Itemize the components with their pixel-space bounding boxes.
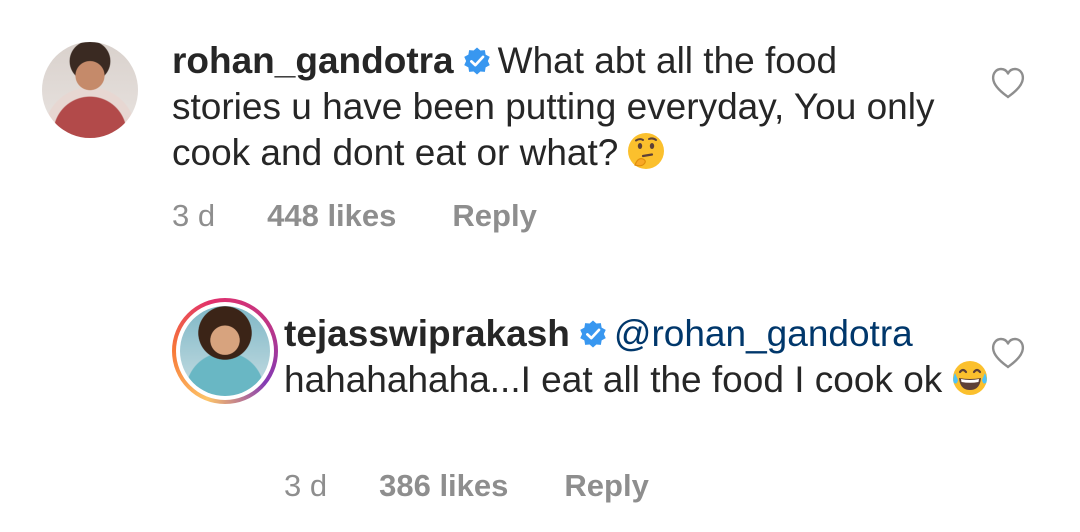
- likes-count[interactable]: 386 likes: [379, 468, 508, 504]
- comment-meta: 3 d 448 likes Reply: [172, 198, 537, 234]
- mention-link[interactable]: @rohan_gandotra: [614, 313, 913, 354]
- comment-body: tejasswiprakash @rohan_gandotra hahahaha…: [284, 311, 1004, 403]
- reply-button[interactable]: Reply: [452, 198, 536, 234]
- reply-button[interactable]: Reply: [564, 468, 648, 504]
- comment-item: rohan_gandotra What abt all the food sto…: [0, 0, 1080, 260]
- comment-text-line1: What abt all the food: [497, 40, 838, 81]
- tears-of-joy-icon: [953, 361, 988, 395]
- avatar[interactable]: [180, 306, 270, 396]
- comment-username[interactable]: tejasswiprakash: [284, 313, 570, 354]
- likes-count[interactable]: 448 likes: [267, 198, 396, 234]
- heart-icon[interactable]: [990, 336, 1026, 370]
- comment-text: stories u have been putting everyday, Yo…: [172, 86, 935, 173]
- avatar[interactable]: [42, 42, 138, 138]
- heart-icon[interactable]: [990, 66, 1026, 100]
- comment-timestamp: 3 d: [284, 468, 328, 503]
- comment-timestamp: 3 d: [172, 198, 216, 233]
- verified-badge-icon: [463, 47, 490, 75]
- comment-body: rohan_gandotra What abt all the food sto…: [172, 38, 972, 176]
- comment-text: hahahahaha...I eat all the food I cook o…: [284, 359, 943, 400]
- comment-meta: 3 d 386 likes Reply: [284, 468, 649, 504]
- verified-badge-icon: [580, 320, 606, 348]
- thinking-face-icon: [628, 133, 665, 169]
- comment-username[interactable]: rohan_gandotra: [172, 40, 454, 81]
- reply-comment-item: tejasswiprakash @rohan_gandotra hahahaha…: [0, 270, 1080, 532]
